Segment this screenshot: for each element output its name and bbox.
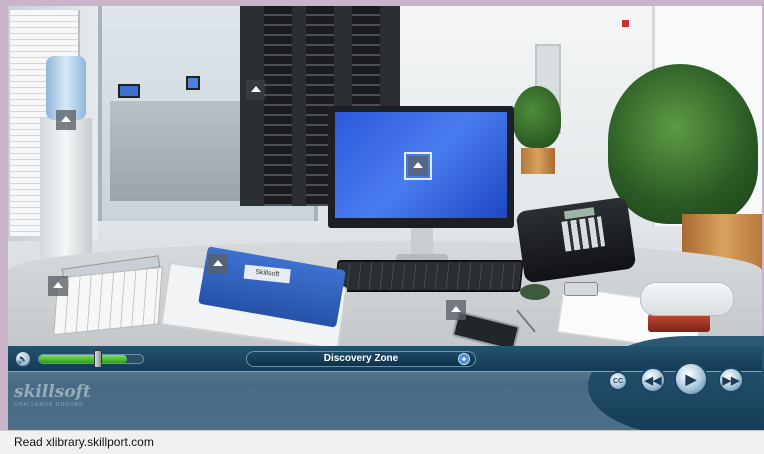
rewind-button[interactable]: ◀◀: [640, 367, 666, 393]
progress-bar[interactable]: [38, 354, 144, 364]
closed-caption-button[interactable]: CC: [608, 371, 628, 391]
play-button[interactable]: ▶: [674, 362, 708, 396]
skillsoft-logo: skillsoft CHALLENGE GROUND: [14, 382, 104, 412]
plant-leaves: [513, 86, 561, 148]
ship-bottle-stand: [648, 314, 710, 332]
server-rack: [264, 6, 292, 206]
fire-alarm: [622, 20, 629, 27]
usb-device: [564, 282, 598, 296]
background-monitor: [186, 76, 200, 90]
app-frame: Skillsoft 🔊 Discovery Zone ● skillsoft C…: [0, 0, 764, 436]
fast-forward-button[interactable]: ▶▶: [718, 367, 744, 393]
progress-fill: [39, 355, 128, 363]
volume-icon[interactable]: 🔊: [14, 350, 32, 368]
plant-leaves: [608, 64, 758, 224]
hotspot-pda[interactable]: [446, 300, 466, 320]
progress-thumb[interactable]: [94, 350, 102, 368]
small-plant: [513, 86, 561, 176]
hotspot-binder[interactable]: [208, 254, 228, 274]
hotspot-server-room[interactable]: [246, 80, 266, 100]
browser-status-bar: Read xlibrary.skillport.com: [0, 430, 764, 454]
plant-pot: [521, 148, 555, 174]
hotspot-water-cooler[interactable]: [56, 110, 76, 130]
module-title: Discovery Zone: [246, 351, 476, 367]
background-monitor: [118, 84, 140, 98]
hotspot-monitor[interactable]: [404, 152, 432, 180]
background-desk: [110, 101, 260, 201]
office-scene: Skillsoft: [8, 6, 762, 352]
hotspot-calendar[interactable]: [48, 276, 68, 296]
player-controls: 🔊 Discovery Zone ● skillsoft CHALLENGE G…: [8, 336, 764, 436]
status-text: Read xlibrary.skillport.com: [14, 435, 154, 449]
mouse: [520, 284, 550, 300]
binder-label: Skillsoft: [243, 264, 291, 284]
keyboard: [334, 260, 524, 292]
ship-in-bottle: [640, 282, 734, 316]
info-icon[interactable]: ●: [458, 353, 470, 365]
phone-keypad: [561, 216, 606, 252]
desk-phone: [515, 196, 637, 284]
water-cooler: [40, 118, 92, 263]
desk-calendar: [53, 266, 163, 336]
logo-name: skillsoft: [14, 382, 91, 402]
logo-tagline: CHALLENGE GROUND: [14, 402, 84, 408]
